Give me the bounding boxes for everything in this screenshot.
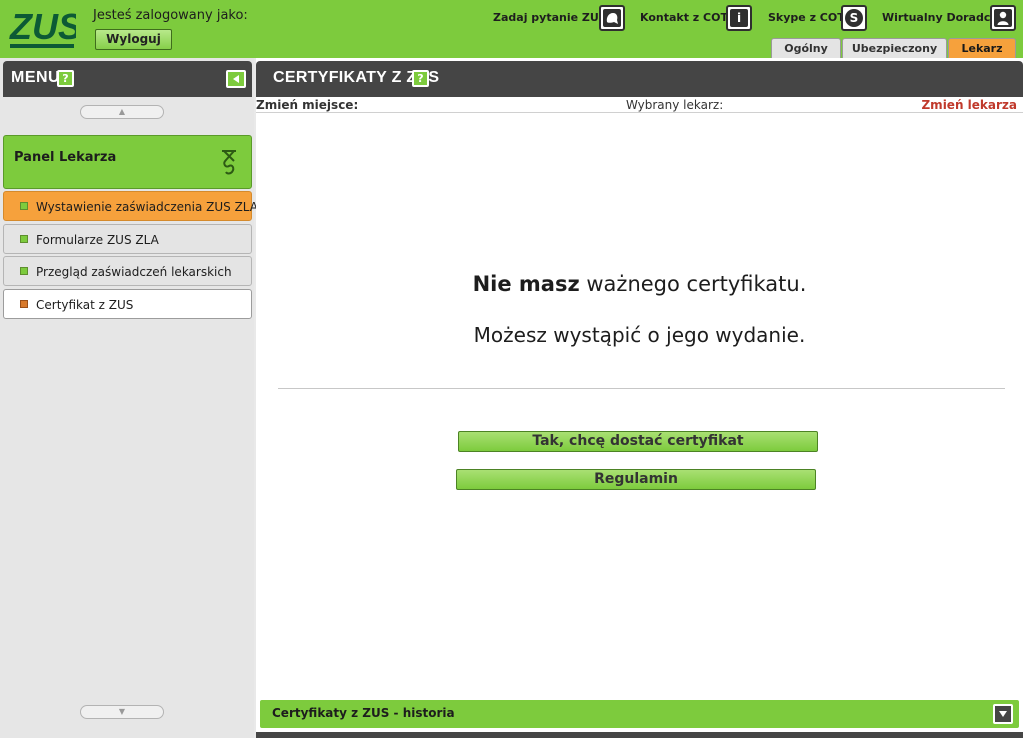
- ask-zus-link[interactable]: Zadaj pytanie ZUS: [493, 11, 607, 24]
- chat-icon[interactable]: [599, 5, 625, 31]
- sidebar-item-label: Formularze ZUS ZLA: [36, 233, 159, 247]
- caduceus-icon: [222, 150, 236, 175]
- message-bold: Nie masz: [472, 272, 580, 296]
- bottom-bar: [256, 732, 1023, 738]
- terms-button[interactable]: Regulamin: [456, 469, 816, 490]
- message-rest: ważnego certyfikatu.: [579, 272, 807, 296]
- top-header: ZUS Jesteś zalogowany jako: Wyloguj Zada…: [0, 0, 1023, 58]
- info-bar: Zmień miejsce: Wybrany lekarz: Zmień lek…: [256, 97, 1023, 113]
- main-header: CERTYFIKATY Z ZUS ?: [256, 61, 1023, 97]
- contact-cot-link[interactable]: Kontakt z COT: [640, 11, 728, 24]
- svg-text:ZUS: ZUS: [9, 6, 76, 47]
- user-icon[interactable]: [990, 5, 1016, 31]
- zus-logo[interactable]: ZUS: [8, 6, 76, 50]
- virtual-advisor-link[interactable]: Wirtualny Doradca: [882, 11, 998, 24]
- get-certificate-button[interactable]: Tak, chcę dostać certyfikat: [458, 431, 818, 452]
- panel-title: Panel Lekarza: [14, 150, 117, 165]
- main-content: CERTYFIKATY Z ZUS ? Zmień miejsce: Wybra…: [256, 58, 1023, 738]
- scroll-up-button[interactable]: ▲: [80, 105, 164, 119]
- collapse-menu-button[interactable]: [226, 70, 246, 88]
- history-title: Certyfikaty z ZUS - historia: [272, 706, 455, 720]
- skype-icon[interactable]: S: [841, 5, 867, 31]
- bullet-icon: [20, 235, 28, 243]
- sidebar-item-label: Wystawienie zaświadczenia ZUS ZLA: [36, 200, 258, 214]
- scroll-down-button[interactable]: ▼: [80, 705, 164, 719]
- logout-button[interactable]: Wyloguj: [95, 29, 172, 50]
- sidebar-item-issue-zla[interactable]: Wystawienie zaświadczenia ZUS ZLA: [3, 191, 258, 221]
- tab-general[interactable]: Ogólny: [771, 38, 841, 58]
- tab-insured[interactable]: Ubezpieczony: [842, 38, 947, 58]
- tab-doctor[interactable]: Lekarz: [948, 38, 1016, 58]
- sidebar-item-label: Przegląd zaświadczeń lekarskich: [36, 265, 232, 279]
- sidebar-item-forms-zla[interactable]: Formularze ZUS ZLA: [3, 224, 252, 254]
- change-place-link[interactable]: Zmień miejsce:: [256, 98, 358, 112]
- sidebar-item-certificate[interactable]: Certyfikat z ZUS: [3, 289, 252, 319]
- bullet-icon: [20, 300, 28, 308]
- help-icon[interactable]: ?: [412, 70, 429, 87]
- chosen-doctor-label: Wybrany lekarz:: [626, 98, 724, 112]
- panel-lekarza[interactable]: Panel Lekarza: [3, 135, 252, 189]
- help-icon[interactable]: ?: [57, 70, 74, 87]
- change-doctor-link[interactable]: Zmień lekarza: [921, 98, 1017, 112]
- menu-title: MENU: [11, 69, 61, 86]
- expand-icon[interactable]: [993, 704, 1013, 724]
- menu-header: MENU ?: [3, 61, 252, 97]
- sidebar: MENU ? ▲ Panel Lekarza Wystawienie zaświ…: [0, 58, 258, 738]
- logged-in-label: Jesteś zalogowany jako:: [93, 8, 248, 23]
- apply-message: Możesz wystąpić o jego wydanie.: [473, 323, 806, 347]
- bullet-icon: [20, 267, 28, 275]
- certificate-history-bar[interactable]: Certyfikaty z ZUS - historia: [260, 700, 1019, 728]
- divider: [278, 388, 1005, 389]
- no-certificate-message: Nie masz ważnego certyfikatu.: [256, 272, 1023, 296]
- bullet-icon: [20, 202, 28, 210]
- info-icon[interactable]: i: [726, 5, 752, 31]
- sidebar-item-review-certificates[interactable]: Przegląd zaświadczeń lekarskich: [3, 256, 252, 286]
- sidebar-item-label: Certyfikat z ZUS: [36, 298, 134, 312]
- skype-cot-link[interactable]: Skype z COT: [768, 11, 845, 24]
